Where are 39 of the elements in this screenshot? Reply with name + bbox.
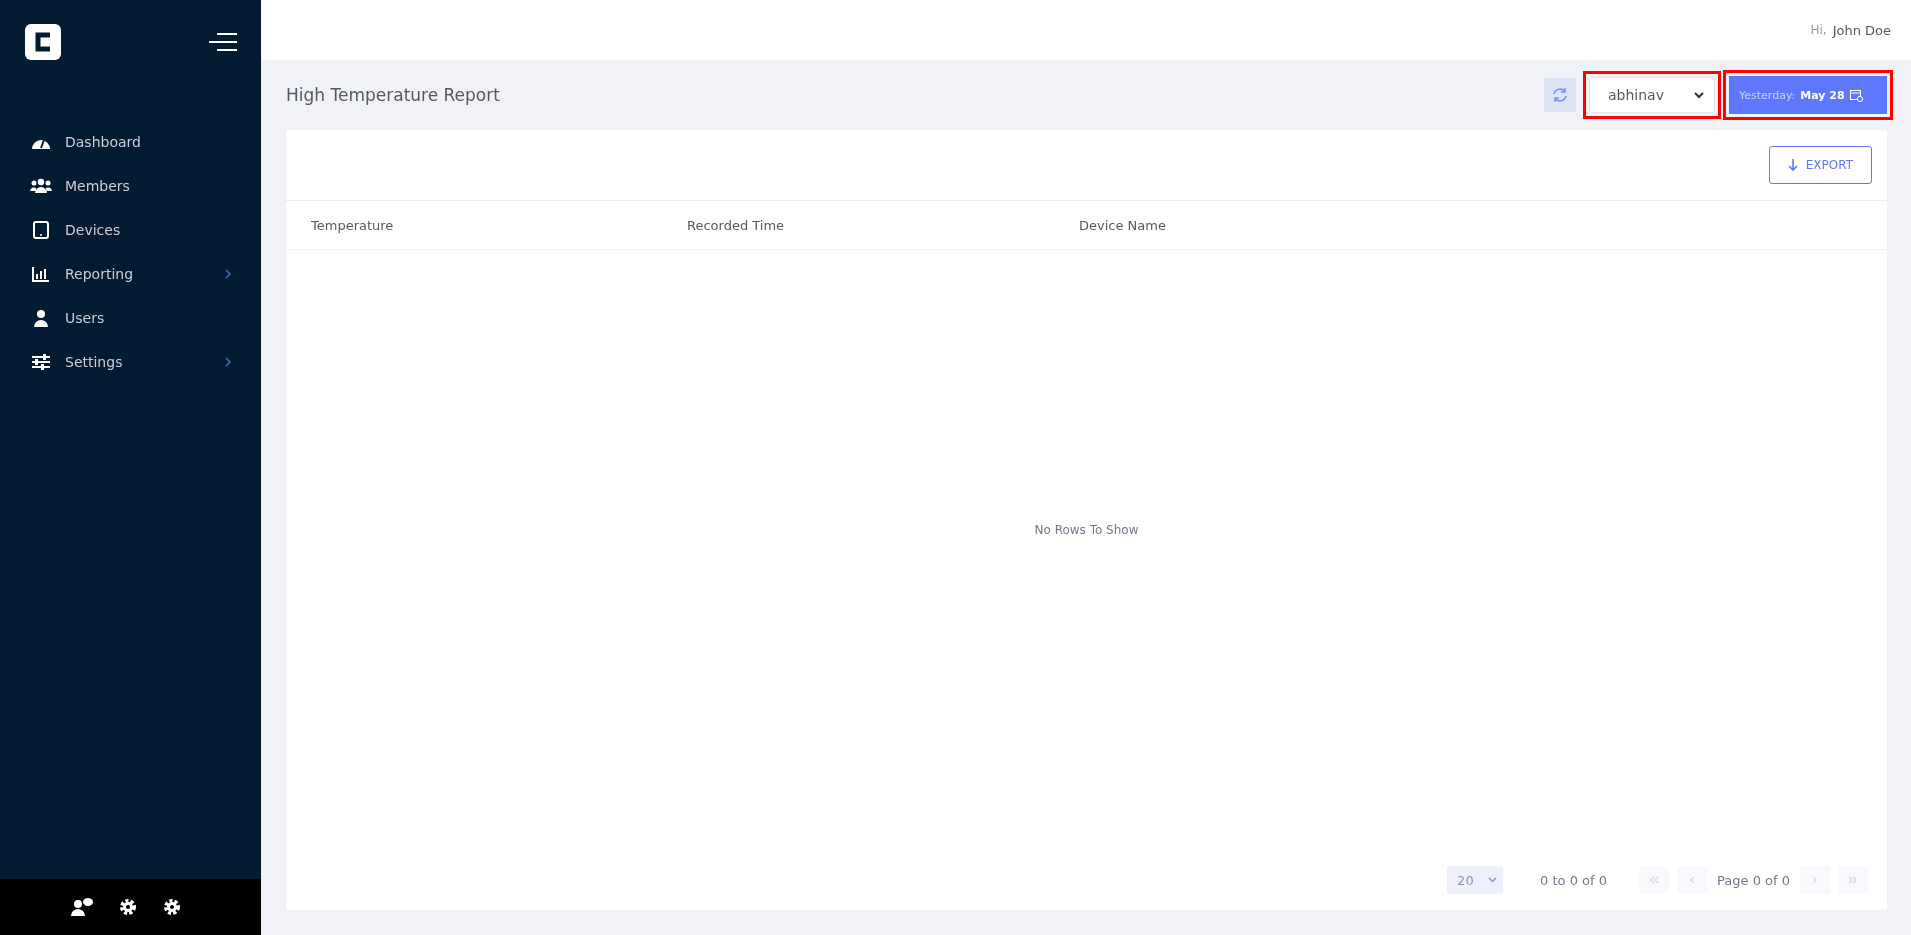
calendar-icon — [1849, 88, 1863, 102]
group-icon — [30, 178, 52, 194]
sidebar-item[interactable]: Settings — [0, 340, 261, 384]
settings-icon[interactable] — [161, 897, 182, 917]
page-indicator: Page 0 of 0 — [1717, 872, 1790, 888]
logo-icon[interactable] — [25, 24, 61, 60]
double-chevron-left-icon — [1649, 876, 1660, 884]
sidebar-item[interactable]: Devices — [0, 208, 261, 252]
chevron-left-icon — [1689, 876, 1696, 884]
user-name[interactable]: John Doe — [1832, 22, 1891, 38]
gears-icon[interactable] — [117, 897, 138, 917]
column-header[interactable]: Recorded Time — [687, 217, 1079, 233]
arrow-down-icon — [1787, 159, 1798, 171]
greeting-text: Hi, — [1810, 23, 1827, 37]
date-range-button[interactable]: Yesterday: May 28 — [1729, 76, 1887, 114]
sidebar-item[interactable]: Dashboard — [0, 120, 261, 164]
chevron-down-icon — [1488, 877, 1498, 883]
page-title: High Temperature Report — [286, 85, 501, 105]
chevron-right-icon — [225, 356, 231, 367]
menu-icon[interactable] — [209, 32, 237, 52]
sidebar-item[interactable]: Reporting — [0, 252, 261, 296]
sliders-icon — [32, 354, 50, 370]
refresh-icon — [1552, 87, 1568, 103]
row-count-text: 0 to 0 of 0 — [1540, 872, 1608, 888]
user-message-icon[interactable] — [69, 897, 94, 917]
tablet-icon — [33, 221, 49, 239]
chevron-right-icon — [225, 268, 231, 279]
export-button[interactable]: EXPORT — [1768, 146, 1872, 184]
column-header[interactable]: Temperature — [311, 217, 687, 233]
sidebar-item[interactable]: Users — [0, 296, 261, 340]
sidebar-item[interactable]: Members — [0, 164, 261, 208]
column-header[interactable]: Device Name — [1079, 217, 1166, 233]
empty-message: No Rows To Show — [1034, 523, 1139, 537]
chevron-down-icon — [1694, 91, 1704, 99]
user-icon — [33, 309, 49, 327]
chevron-right-icon — [1812, 876, 1818, 884]
bar-chart-icon — [32, 266, 50, 282]
member-dropdown[interactable]: abhinav — [1589, 77, 1715, 113]
double-chevron-right-icon — [1848, 876, 1858, 884]
